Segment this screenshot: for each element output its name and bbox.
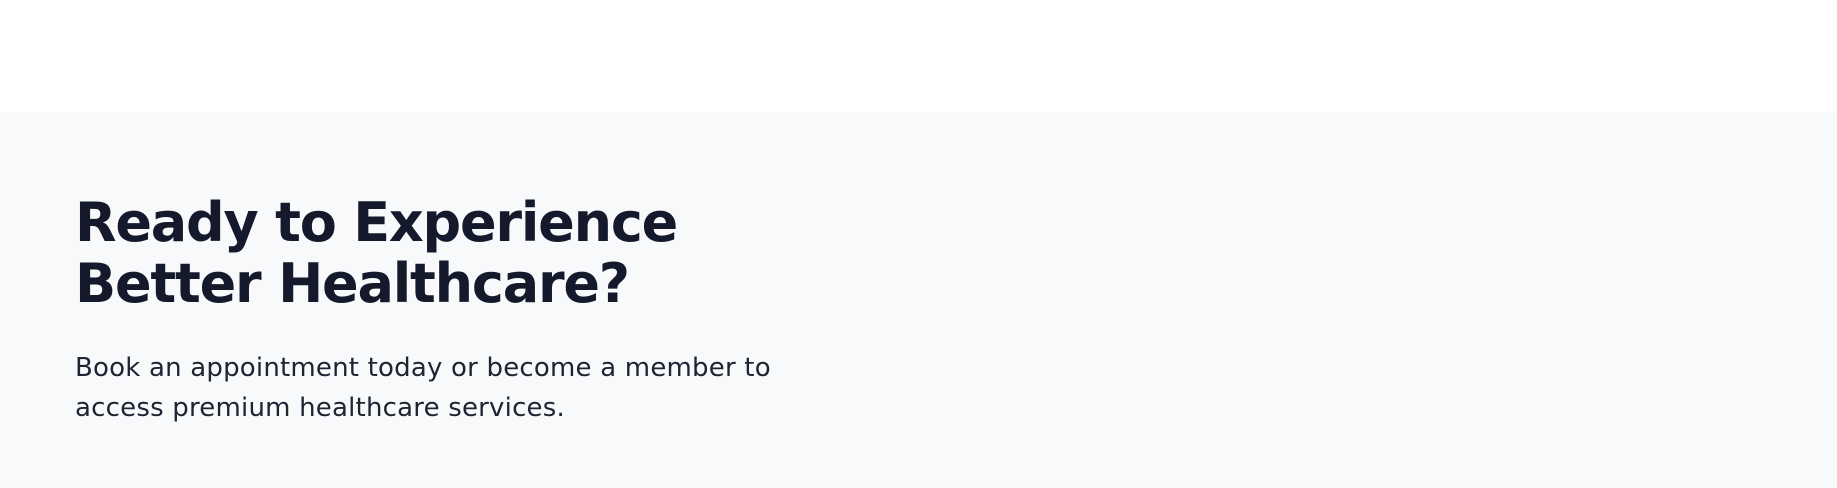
top-spacer [0,0,1837,112]
cta-title: Ready to Experience Better Healthcare? [75,191,678,315]
cta-description: Book an appointment today or become a me… [75,353,771,423]
cta-section: Ready to Experience Better Healthcare? B… [0,112,1837,488]
